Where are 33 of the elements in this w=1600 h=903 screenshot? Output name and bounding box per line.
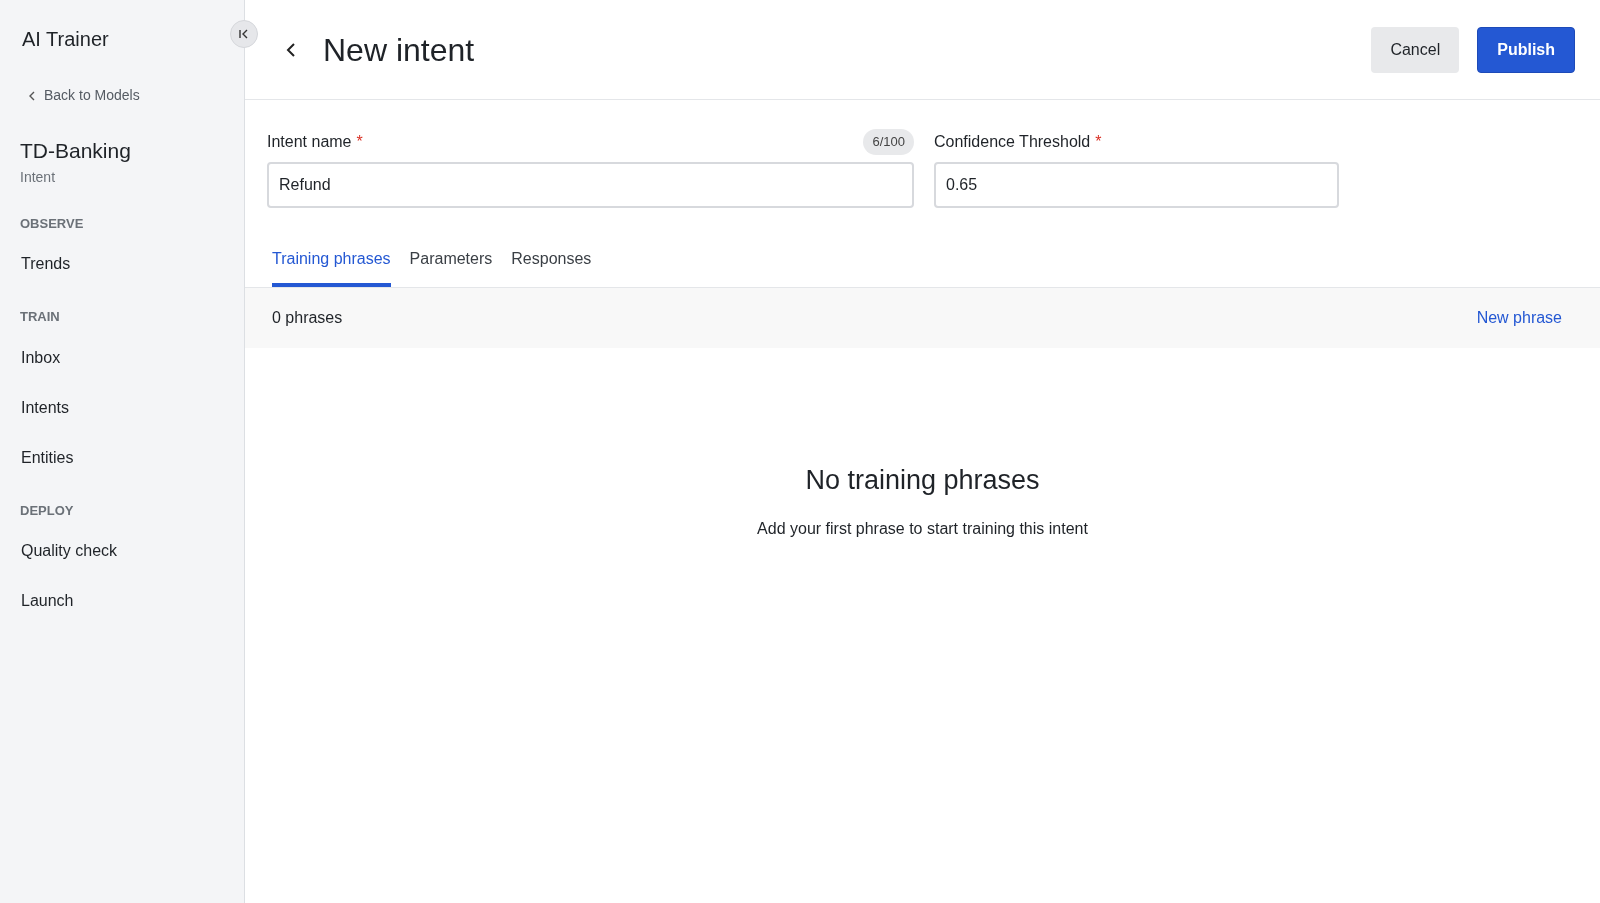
nav-item[interactable]: Intents	[20, 382, 228, 433]
nav-item[interactable]: Quality check	[20, 526, 228, 576]
chevron-left-icon	[286, 41, 296, 58]
collapse-icon	[238, 28, 250, 40]
empty-state-title: No training phrases	[805, 464, 1040, 497]
text-input-field[interactable]: 0.65	[934, 162, 1339, 208]
nav-item[interactable]: Inbox	[20, 332, 228, 383]
text-input-field[interactable]: Refund	[267, 162, 914, 208]
app-title: AI Trainer	[21, 27, 109, 52]
publish-button[interactable]: Publish	[1477, 26, 1575, 73]
character-counter: 6/100	[863, 129, 914, 155]
section-heading: DEPLOY	[20, 501, 74, 520]
nav-item[interactable]: Trends	[20, 239, 228, 289]
cancel-button[interactable]: Cancel	[1371, 26, 1460, 73]
model-name: TD-Banking	[20, 138, 131, 164]
back-to-models-link[interactable]: Back to Models	[28, 85, 140, 106]
phrase-count: 0 phrases	[272, 308, 343, 328]
chevron-left-icon	[28, 90, 36, 101]
nav-item[interactable]: Entities	[20, 432, 228, 483]
required-mark: *	[356, 132, 363, 152]
tab[interactable]: Parameters	[409, 246, 493, 287]
empty-state-message: Add your first phrase to start training this intent	[757, 518, 1088, 539]
collapse-sidebar-button[interactable]	[230, 20, 258, 48]
new-phrase-link[interactable]: New phrase	[1476, 306, 1562, 330]
section-heading: TRAIN	[20, 308, 60, 326]
field-label: Confidence Threshold	[934, 132, 1091, 152]
page-title: New intent	[323, 30, 475, 70]
section-heading: OBSERVE	[20, 214, 84, 233]
tab[interactable]: Responses	[511, 246, 592, 287]
field-label: Intent name	[267, 132, 352, 152]
nav-item[interactable]: Launch	[20, 576, 228, 626]
model-subtitle: Intent	[20, 167, 56, 187]
required-mark: *	[1095, 132, 1102, 152]
